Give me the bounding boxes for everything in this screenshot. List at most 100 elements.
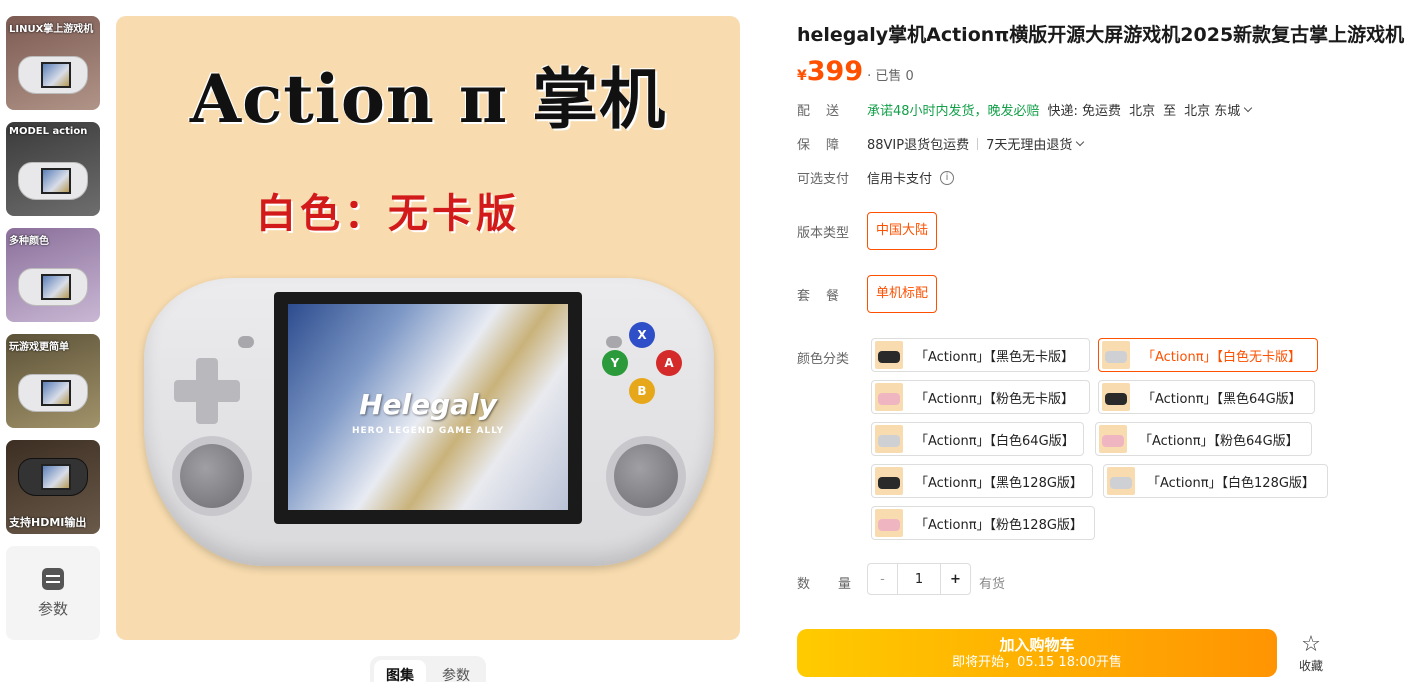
stock-status: 有货 (979, 577, 1006, 592)
payment-label: 可选支付 (797, 172, 850, 187)
image-title: Action π 掌机 (189, 60, 667, 138)
start-button-illustration (606, 336, 622, 348)
color-option-label: 「Actionπ」【黑色64G版】 (1142, 391, 1302, 407)
select-button-illustration (238, 336, 254, 348)
main-product-image: Action π 掌机 白色：无卡版 Helegaly HERO LEGEND … (116, 16, 740, 640)
version-row: 版本类型 中国大陆 (797, 212, 938, 250)
params-thumbnail[interactable]: 参数 (6, 546, 100, 640)
screen-brand: Helegaly (359, 388, 497, 421)
add-to-cart-button[interactable]: 加入购物车 即将开始，05.15 18:00开售 (797, 629, 1277, 677)
color-option-pink-nocard[interactable]: 「Actionπ」【粉色无卡版】 (871, 380, 1090, 414)
color-swatch (875, 341, 903, 369)
quantity-input[interactable]: 1 (898, 564, 940, 594)
thumbnail-4[interactable]: 玩游戏更简单 (6, 334, 100, 428)
console-display: Helegaly HERO LEGEND GAME ALLY (288, 304, 568, 510)
color-option-label: 「Actionπ」【白色128G版】 (1147, 475, 1315, 491)
screen-tagline: HERO LEGEND GAME ALLY (351, 426, 505, 436)
console-image (18, 458, 88, 496)
guarantee-row: 保障 88VIP退货包运费 7天无理由退货 (797, 134, 1085, 153)
left-stick-illustration (180, 444, 244, 508)
guarantee-label: 保障 (797, 138, 856, 153)
dpad-illustration (174, 358, 240, 424)
ship-from: 北京 (1129, 104, 1156, 119)
x-button-illustration: X (629, 322, 655, 348)
price-row: ¥ 399 · 已售 0 (797, 56, 914, 87)
image-subtitle: 白色：无卡版 (256, 190, 520, 237)
color-option-black-128g[interactable]: 「Actionπ」【黑色128G版】 (871, 464, 1093, 498)
guarantee-item-1: 88VIP退货包运费 (867, 138, 970, 153)
guarantee-item-2[interactable]: 7天无理由退货 (986, 134, 1072, 153)
color-option-black-64g[interactable]: 「Actionπ」【黑色64G版】 (1098, 380, 1315, 414)
delivery-row: 配送 承诺48小时内发货，晚发必赔 快递: 免运费 北京 至 北京 东城 (797, 100, 1253, 119)
thumbnail-1[interactable]: LINUX掌上游戏机 (6, 16, 100, 110)
color-swatch (875, 383, 903, 411)
delivery-label: 配送 (797, 104, 856, 119)
console-image (18, 268, 88, 306)
thumbnail-3[interactable]: 多种颜色 (6, 228, 100, 322)
color-option-black-nocard[interactable]: 「Actionπ」【黑色无卡版】 (871, 338, 1090, 372)
thumbnail-caption: 玩游戏更简单 (9, 342, 69, 353)
thumbnail-caption: LINUX掌上游戏机 (9, 24, 94, 35)
quantity-increase-button[interactable]: + (940, 564, 970, 594)
color-option-white-128g[interactable]: 「Actionπ」【白色128G版】 (1103, 464, 1328, 498)
thumbnail-caption: 支持HDMI输出 (9, 516, 87, 529)
color-swatch (875, 467, 903, 495)
favorite-label: 收藏 (1298, 659, 1323, 673)
right-stick-illustration (614, 444, 678, 508)
color-option-pink-128g[interactable]: 「Actionπ」【粉色128G版】 (871, 506, 1095, 540)
color-option-label: 「Actionπ」【黑色128G版】 (915, 475, 1083, 491)
color-option-label: 「Actionπ」【黑色无卡版】 (915, 349, 1075, 365)
package-label: 套餐 (797, 288, 856, 304)
tab-gallery[interactable]: 图集 (374, 660, 426, 682)
thumbnail-2[interactable]: MODEL action (6, 122, 100, 216)
color-option-label: 「Actionπ」【粉色64G版】 (1139, 433, 1299, 449)
product-title: helegaly掌机Actionπ横版开源大屏游戏机2025新款复古掌上游戏机 (797, 24, 1405, 46)
console-illustration: Helegaly HERO LEGEND GAME ALLY X Y A B (144, 278, 714, 566)
package-row: 套餐 单机标配 (797, 275, 938, 313)
chevron-down-icon[interactable] (1076, 137, 1085, 147)
color-option-label: 「Actionπ」【粉色无卡版】 (915, 391, 1075, 407)
version-option[interactable]: 中国大陆 (867, 212, 938, 250)
info-icon[interactable]: i (940, 170, 955, 185)
color-option-label: 「Actionπ」【白色64G版】 (915, 433, 1075, 449)
sale-start-time: 即将开始，05.15 18:00开售 (952, 655, 1122, 670)
package-option[interactable]: 单机标配 (867, 275, 938, 313)
divider (977, 137, 979, 150)
favorite-button[interactable]: ☆ 收藏 (1297, 633, 1325, 674)
thumbnail-list: LINUX掌上游戏机 MODEL action 多种颜色 玩游戏更简单 支持HD… (6, 16, 100, 640)
params-thumbnail-label: 参数 (37, 599, 68, 618)
console-image (18, 162, 88, 200)
color-swatch (1099, 425, 1127, 453)
thumbnail-caption: 多种颜色 (9, 236, 49, 247)
color-option-white-64g[interactable]: 「Actionπ」【白色64G版】 (871, 422, 1084, 456)
y-button-illustration: Y (602, 350, 628, 376)
express-fee: 快递: 免运费 (1047, 104, 1122, 119)
gallery-tabs: 图集 参数 (370, 656, 486, 682)
add-to-cart-label: 加入购物车 (999, 636, 1075, 654)
color-option-label: 「Actionπ」【粉色128G版】 (915, 517, 1083, 533)
color-swatch (1107, 467, 1135, 495)
a-button-illustration: A (656, 350, 682, 376)
color-swatch (1102, 383, 1130, 411)
b-button-illustration: B (629, 378, 655, 404)
thumbnail-caption: MODEL action (9, 126, 88, 137)
color-swatch (1102, 341, 1130, 369)
sold-count: · 已售 0 (867, 69, 914, 84)
thumbnail-5[interactable]: 支持HDMI输出 (6, 440, 100, 534)
quantity-decrease-button[interactable]: - (868, 564, 898, 594)
color-option-white-nocard[interactable]: 「Actionπ」【白色无卡版】 (1098, 338, 1318, 372)
payment-row: 可选支付 信用卡支付 i (797, 168, 955, 187)
chevron-down-icon[interactable] (1243, 103, 1253, 113)
color-option-pink-64g[interactable]: 「Actionπ」【粉色64G版】 (1095, 422, 1312, 456)
version-label: 版本类型 (797, 225, 850, 241)
sliders-icon (42, 567, 64, 590)
star-icon: ☆ (1301, 632, 1321, 657)
price: 399 (806, 56, 864, 87)
tab-params[interactable]: 参数 (430, 660, 482, 682)
console-image (18, 56, 88, 94)
currency-symbol: ¥ (797, 68, 807, 84)
color-swatch (875, 425, 903, 453)
ship-to-location[interactable]: 北京 东城 (1184, 100, 1240, 119)
payment-value: 信用卡支付 (867, 172, 933, 187)
ship-to-word: 至 (1163, 104, 1177, 119)
